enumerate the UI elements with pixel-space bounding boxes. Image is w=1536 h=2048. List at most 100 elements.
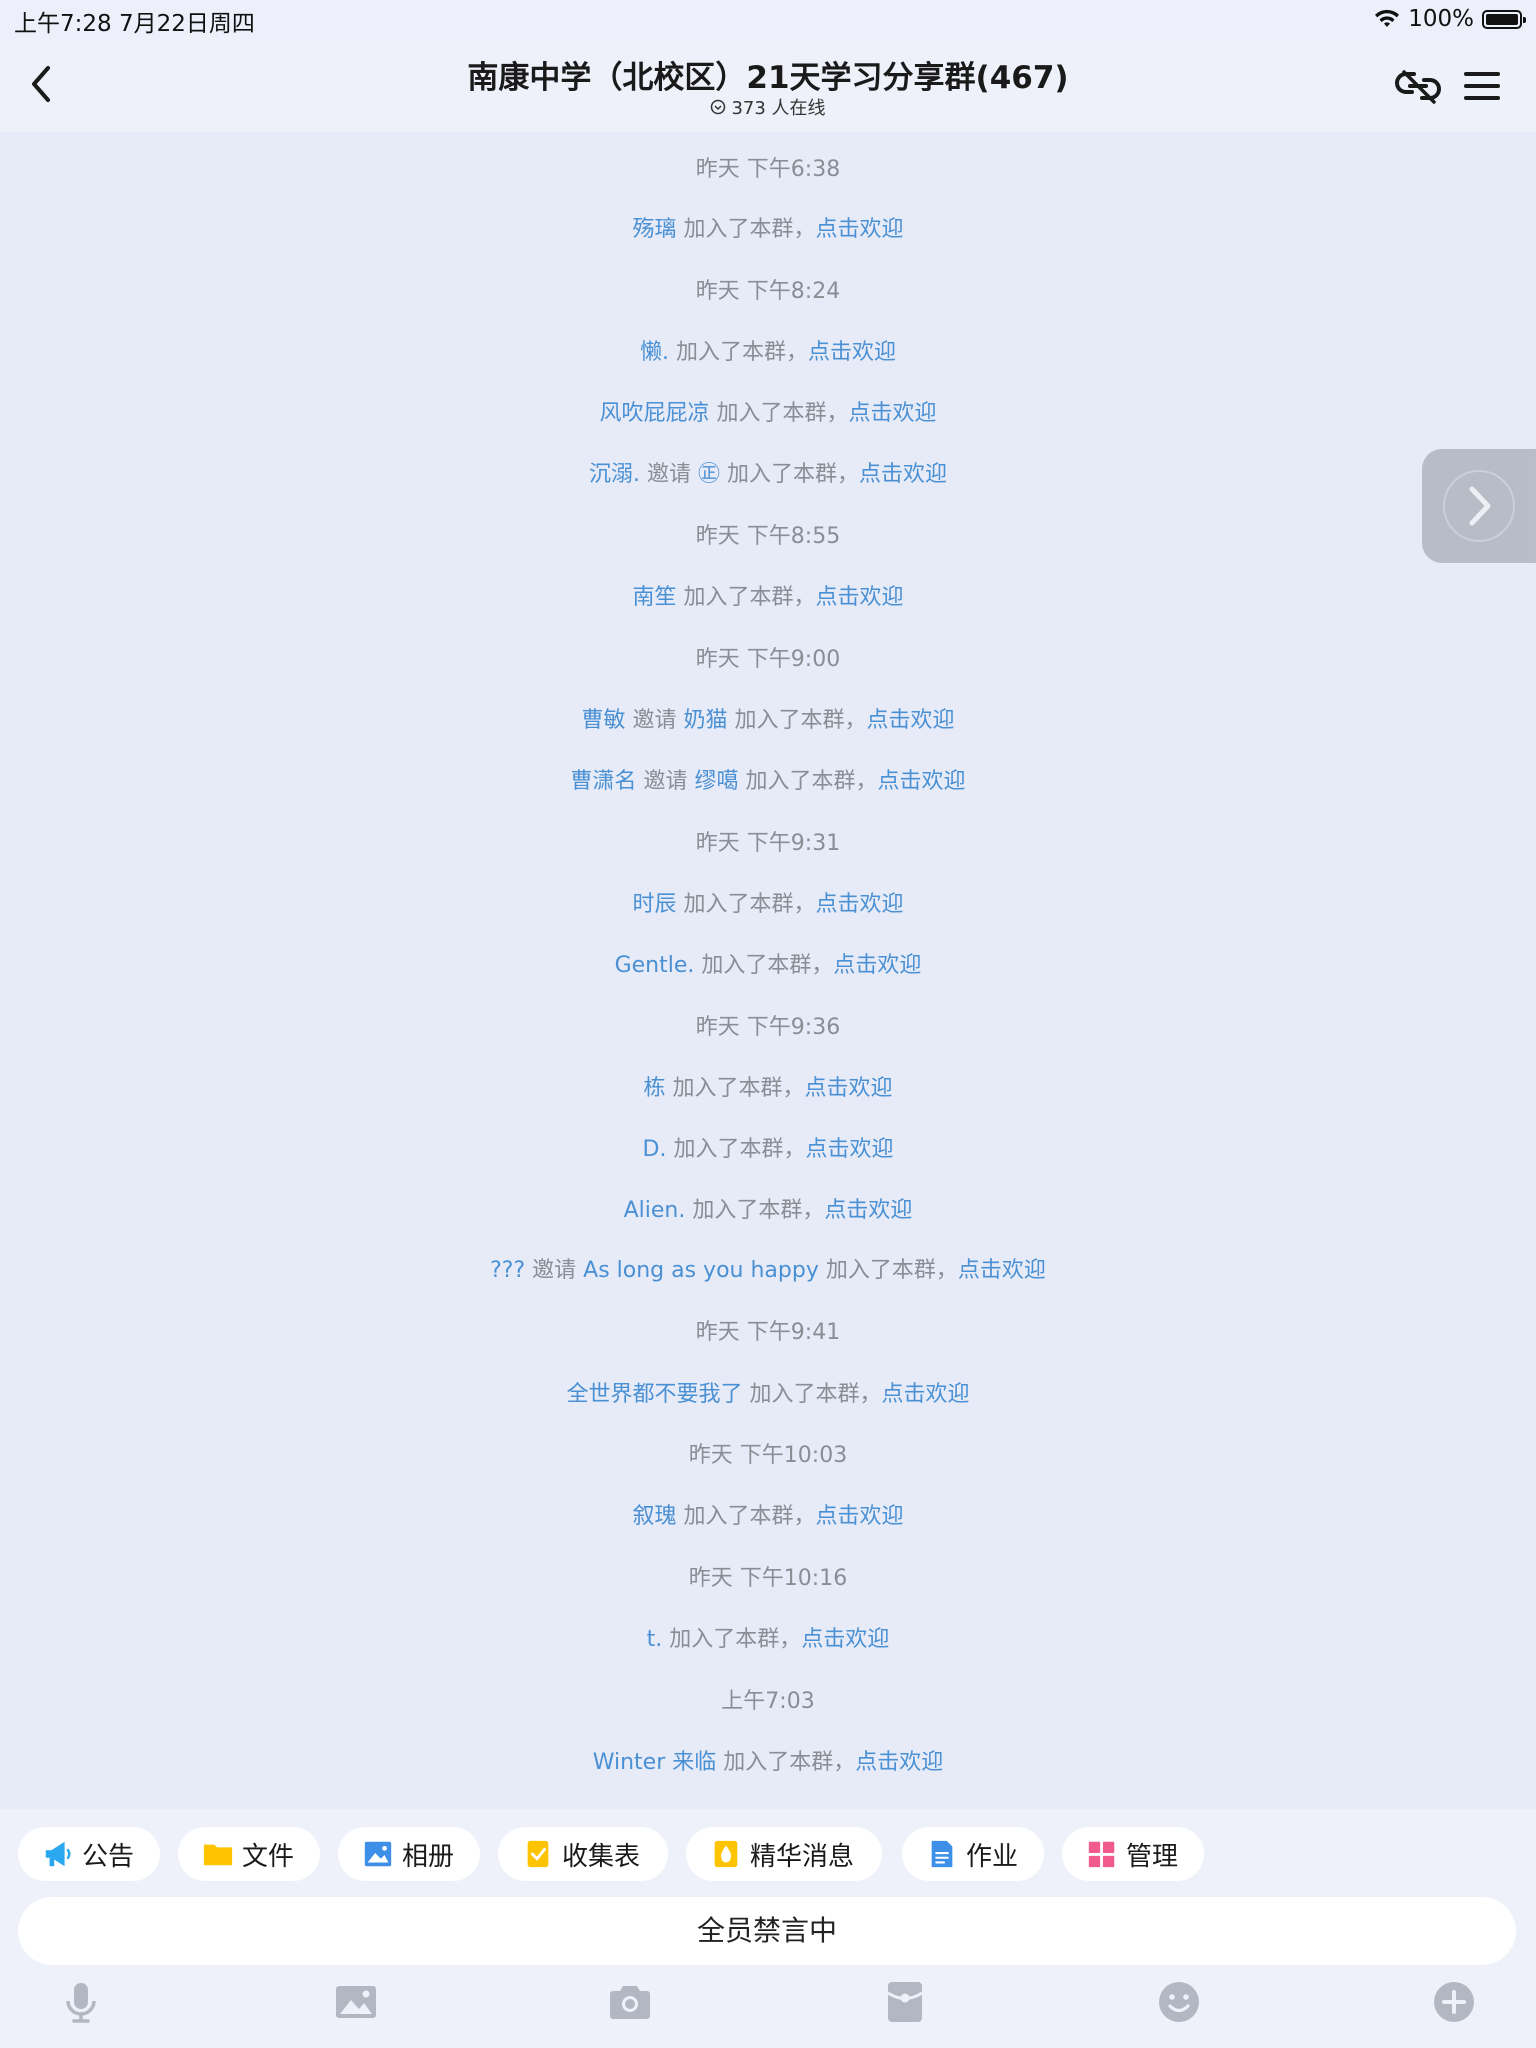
album-icon — [364, 1841, 392, 1867]
member-name[interactable]: 全世界都不要我了 — [566, 1382, 742, 1407]
joined-label: 加入了本群， — [672, 1076, 805, 1101]
system-message: 殇璃 加入了本群，点击欢迎 — [0, 215, 1536, 245]
member-name[interactable]: 曹敏 — [581, 708, 625, 733]
emoji-icon[interactable] — [1155, 1978, 1203, 2026]
welcome-link[interactable]: 点击欢迎 — [816, 585, 904, 610]
chip-manage[interactable]: 管理 — [1062, 1827, 1204, 1881]
side-arrow-button[interactable] — [1422, 449, 1536, 563]
welcome-link[interactable]: 点击欢迎 — [958, 1258, 1046, 1283]
chip-label: 文件 — [242, 1841, 295, 1872]
welcome-link[interactable]: 点击欢迎 — [878, 769, 966, 794]
system-message: 全世界都不要我了 加入了本群，点击欢迎 — [0, 1380, 1536, 1410]
joined-label: 加入了本群， — [727, 462, 860, 487]
joined-label: 加入了本群， — [734, 708, 867, 733]
red-packet-icon[interactable] — [881, 1978, 929, 2026]
system-message: 风吹屁屁凉 加入了本群，点击欢迎 — [0, 399, 1536, 429]
welcome-link[interactable]: 点击欢迎 — [816, 892, 904, 917]
chip-label: 精华消息 — [750, 1841, 855, 1872]
welcome-link[interactable]: 点击欢迎 — [824, 1198, 912, 1223]
system-message: D. 加入了本群，点击欢迎 — [0, 1135, 1536, 1165]
member-name[interactable]: 沉溺. — [589, 462, 640, 487]
chat-header: 南康中学（北校区）21天学习分享群(467) 373 人在线 — [0, 38, 1536, 132]
chip-folder[interactable]: 文件 — [178, 1827, 320, 1881]
welcome-link[interactable]: 点击欢迎 — [816, 1504, 904, 1529]
essence-icon — [714, 1840, 738, 1868]
member-name[interactable]: 风吹屁屁凉 — [599, 401, 709, 426]
invite-label: 邀请 — [646, 462, 691, 487]
welcome-link[interactable]: 点击欢迎 — [816, 217, 904, 242]
chat-area[interactable]: 昨天 下午6:38 殇璃 加入了本群，点击欢迎 昨天 下午8:24 懒. 加入了本群，… — [0, 132, 1536, 1809]
system-message: Alien. 加入了本群，点击欢迎 — [0, 1196, 1536, 1226]
member-name[interactable]: Alien. — [624, 1198, 686, 1223]
time-separator: 昨天 下午10:03 — [688, 1443, 848, 1468]
member-name[interactable]: Gentle. — [615, 953, 695, 978]
member-name[interactable]: D. — [643, 1137, 667, 1162]
microphone-icon[interactable] — [57, 1978, 105, 2026]
camera-icon[interactable] — [606, 1978, 654, 2026]
joined-label: 加入了本群， — [749, 1382, 882, 1407]
chip-album[interactable]: 相册 — [338, 1827, 480, 1881]
welcome-link[interactable]: 点击欢迎 — [805, 1137, 893, 1162]
plus-icon[interactable] — [1430, 1978, 1478, 2026]
member-name[interactable]: t. — [647, 1627, 663, 1652]
member-name[interactable]: As long as you happy — [583, 1258, 819, 1283]
bottom-panel: 公告 文件 相册 收集表 精华消息 作业 管理 全员禁言中 — [0, 1809, 1536, 2048]
member-name[interactable]: 缪噶 — [694, 769, 738, 794]
online-icon — [711, 99, 726, 115]
chip-megaphone[interactable]: 公告 — [18, 1827, 160, 1881]
member-name[interactable]: 曹潇名 — [570, 769, 636, 794]
system-message: 南笙 加入了本群，点击欢迎 — [0, 583, 1536, 613]
group-title[interactable]: 南康中学（北校区）21天学习分享群(467) — [0, 52, 1536, 97]
joined-label: 加入了本群， — [701, 953, 834, 978]
joined-label: 加入了本群， — [825, 1258, 958, 1283]
welcome-link[interactable]: 点击欢迎 — [849, 401, 937, 426]
member-name[interactable]: 南笙 — [632, 585, 676, 610]
member-name[interactable]: 奶猫 — [683, 708, 727, 733]
joined-label: 加入了本群， — [716, 401, 849, 426]
welcome-link[interactable]: 点击欢迎 — [859, 462, 947, 487]
welcome-link[interactable]: 点击欢迎 — [855, 1750, 943, 1775]
system-message: 栋 加入了本群，点击欢迎 — [0, 1074, 1536, 1104]
time-separator: 昨天 下午8:55 — [695, 524, 841, 549]
welcome-link[interactable]: 点击欢迎 — [808, 340, 896, 365]
image-icon[interactable] — [332, 1978, 380, 2026]
member-name[interactable]: 栋 — [643, 1076, 665, 1101]
system-message: ??? 邀请 As long as you happy 加入了本群，点击欢迎 — [0, 1256, 1536, 1286]
time-separator: 昨天 下午8:24 — [695, 279, 841, 304]
status-bar: 上午7:28 7月22日周四 100% — [0, 0, 1536, 38]
member-name[interactable]: 时辰 — [632, 892, 676, 917]
link-icon[interactable] — [1394, 62, 1442, 110]
time-separator: 昨天 下午9:31 — [695, 831, 841, 856]
welcome-link[interactable]: 点击欢迎 — [805, 1076, 893, 1101]
member-name[interactable]: 殇璃 — [632, 217, 676, 242]
joined-label: 加入了本群， — [675, 340, 808, 365]
joined-label: 加入了本群， — [673, 1137, 806, 1162]
online-status: 373 人在线 — [0, 94, 1536, 120]
joined-label: 加入了本群， — [683, 585, 816, 610]
chip-label: 相册 — [402, 1841, 455, 1872]
member-name[interactable]: 懒. — [640, 340, 669, 365]
welcome-link[interactable]: 点击欢迎 — [833, 953, 921, 978]
joined-label: 加入了本群， — [683, 1504, 816, 1529]
welcome-link[interactable]: 点击欢迎 — [882, 1382, 970, 1407]
time-separator: 昨天 下午6:38 — [695, 157, 841, 182]
system-message: 叙瑰 加入了本群，点击欢迎 — [0, 1502, 1536, 1532]
chip-form[interactable]: 收集表 — [498, 1827, 668, 1881]
battery-icon — [1482, 9, 1526, 29]
joined-label: 加入了本群， — [683, 892, 816, 917]
chip-label: 管理 — [1126, 1841, 1179, 1872]
member-name[interactable]: 叙瑰 — [632, 1504, 676, 1529]
invite-label: 邀请 — [632, 708, 677, 733]
member-name[interactable]: ㊣ — [698, 462, 720, 487]
chip-label: 作业 — [966, 1841, 1019, 1872]
chip-homework[interactable]: 作业 — [902, 1827, 1044, 1881]
megaphone-icon — [45, 1841, 71, 1867]
welcome-link[interactable]: 点击欢迎 — [867, 708, 955, 733]
system-message: 懒. 加入了本群，点击欢迎 — [0, 338, 1536, 368]
welcome-link[interactable]: 点击欢迎 — [801, 1627, 889, 1652]
member-name[interactable]: ??? — [490, 1258, 525, 1283]
chip-essence[interactable]: 精华消息 — [686, 1827, 882, 1881]
member-name[interactable]: Winter 来临 — [593, 1750, 717, 1775]
system-message: 曹潇名 邀请 缪噶 加入了本群，点击欢迎 — [0, 767, 1536, 797]
menu-icon[interactable] — [1458, 62, 1506, 110]
